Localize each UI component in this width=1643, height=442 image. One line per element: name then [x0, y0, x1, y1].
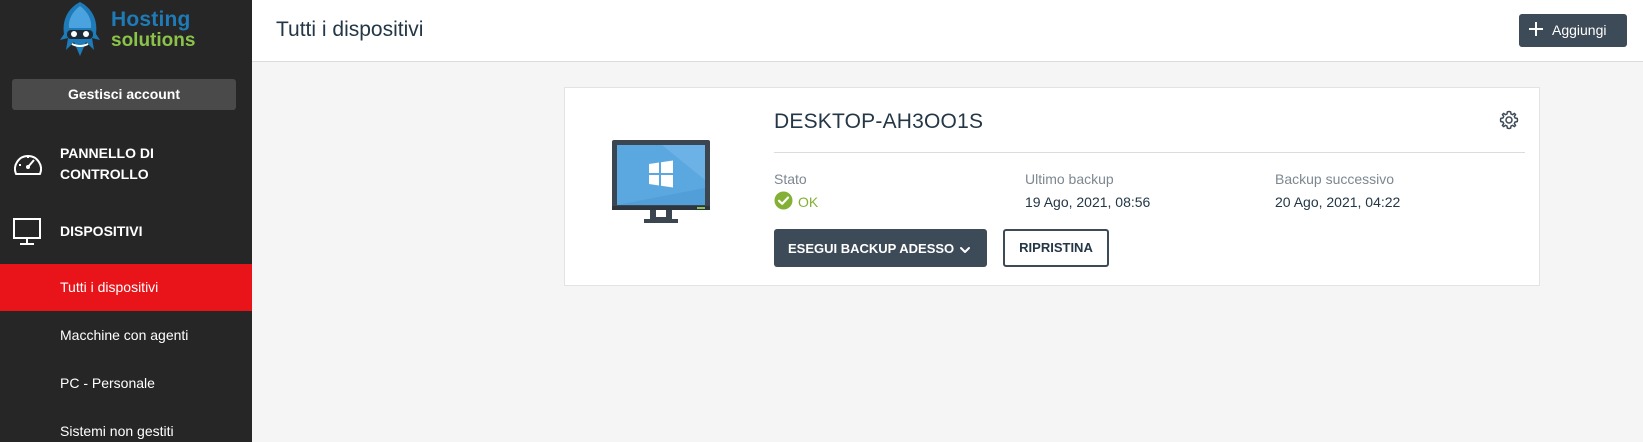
- restore-button[interactable]: RIPRISTINA: [1003, 229, 1109, 267]
- monitor-icon: [12, 217, 42, 252]
- sidebar-item-personal-pc[interactable]: PC - Personale: [0, 360, 252, 407]
- sidebar-item-agent-machines[interactable]: Macchine con agenti: [0, 312, 252, 359]
- device-name[interactable]: DESKTOP-AH3OO1S: [774, 110, 983, 134]
- sidebar-item-label: DISPOSITIVI: [60, 223, 143, 239]
- next-backup-label: Backup successivo: [1275, 171, 1395, 187]
- sidebar-item-devices[interactable]: DISPOSITIVI: [0, 210, 252, 254]
- page-header: Tutti i dispositivi Aggiungi: [252, 0, 1643, 62]
- check-circle-icon: [774, 191, 793, 210]
- speedometer-icon: [12, 150, 44, 183]
- page-title: Tutti i dispositivi: [276, 18, 424, 41]
- manage-account-button[interactable]: Gestisci account: [12, 79, 236, 110]
- divider: [774, 152, 1525, 153]
- brand-line2: solutions: [111, 30, 196, 51]
- brand-line1: Hosting: [111, 8, 191, 31]
- last-backup-label: Ultimo backup: [1025, 171, 1114, 187]
- sidebar-item-all-devices[interactable]: Tutti i dispositivi: [0, 264, 252, 311]
- plus-icon: [1528, 21, 1544, 40]
- brand-logo[interactable]: Hosting solutions: [50, 0, 200, 62]
- sidebar: Hosting solutions Gestisci account PANNE…: [0, 0, 252, 442]
- windows-icon: [612, 140, 710, 231]
- backup-now-button[interactable]: ESEGUI BACKUP ADESSO: [774, 229, 987, 267]
- chevron-down-icon: [959, 243, 971, 258]
- backup-now-label: ESEGUI BACKUP ADESSO: [788, 241, 955, 256]
- status-badge: OK: [774, 191, 818, 215]
- add-button-label: Aggiungi: [1552, 22, 1607, 38]
- status-value: OK: [798, 194, 819, 210]
- device-card: DESKTOP-AH3OO1S Stato OK Ultimo backup 1…: [564, 87, 1540, 286]
- gear-icon[interactable]: [1499, 110, 1519, 135]
- next-backup-value: 20 Ago, 2021, 04:22: [1275, 194, 1401, 210]
- sidebar-item-dashboard[interactable]: PANNELLO DI CONTROLLO: [0, 140, 252, 200]
- sidebar-item-unmanaged-systems[interactable]: Sistemi non gestiti: [0, 408, 252, 442]
- squid-mascot-icon: [60, 2, 100, 56]
- sidebar-item-label: PANNELLO DI CONTROLLO: [60, 145, 154, 182]
- status-label: Stato: [774, 171, 807, 187]
- add-button[interactable]: Aggiungi: [1519, 14, 1627, 47]
- last-backup-value: 19 Ago, 2021, 08:56: [1025, 194, 1151, 210]
